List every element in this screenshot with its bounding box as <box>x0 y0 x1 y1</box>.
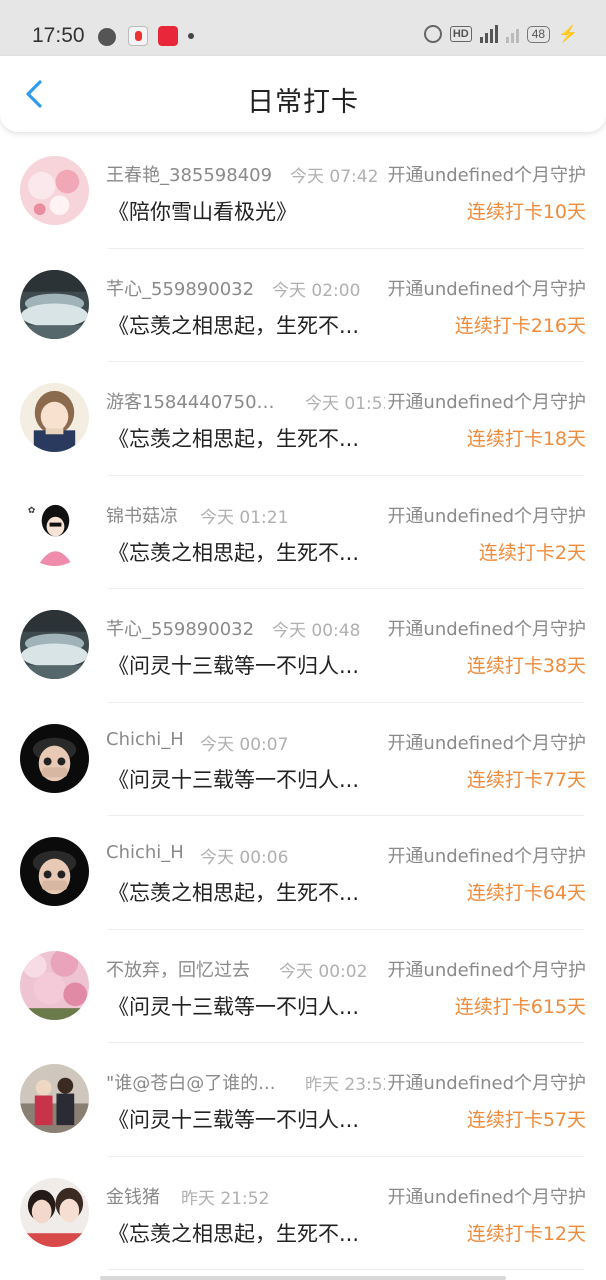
streak-badge: 连续打卡10天 <box>466 201 586 223</box>
status-time: 17:50 <box>32 24 85 47</box>
checkin-time: 今天 00:07 <box>200 734 289 755</box>
avatar[interactable] <box>20 156 89 225</box>
app-notification-icon <box>158 26 178 46</box>
charging-icon: ⚡ <box>558 26 578 43</box>
checkin-time: 昨天 23:52 <box>305 1075 394 1095</box>
checkin-row[interactable]: Chichi_H 今天 00:06 开通undefined个月守护 《忘羡之相思起，生… <box>0 816 606 930</box>
guard-status: 开通undefined个月守护 <box>385 1069 586 1095</box>
page-title: 日常打卡 <box>247 87 359 118</box>
checkin-row[interactable]: Chichi_H 今天 00:07 开通undefined个月守护 《问灵十三载等一不… <box>0 703 606 816</box>
user-name[interactable]: 游客15844407500... <box>106 388 284 414</box>
guard-status: 开通undefined个月守护 <box>385 274 586 301</box>
checkin-row[interactable]: 不放弃，回忆过去 今天 00:02 开通undefined个月守护 《问灵十三载等一不… <box>0 930 606 1043</box>
book-title[interactable]: 《忘羡之相思起，生死不... <box>108 537 378 567</box>
app-notification-icon <box>128 26 148 46</box>
checkin-time: 今天 01:21 <box>200 507 289 528</box>
avatar[interactable] <box>20 1064 89 1133</box>
checkin-row[interactable]: 金钱猪 昨天 21:52 开通undefined个月守护 《忘羡之相思起，生死不...… <box>0 1157 606 1270</box>
avatar[interactable]: ✿ <box>20 496 89 566</box>
streak-badge: 连续打卡77天 <box>466 768 586 791</box>
signal-icon <box>479 25 498 43</box>
checkin-time: 今天 07:42 <box>290 167 379 187</box>
avatar[interactable] <box>20 837 89 906</box>
book-title[interactable]: 《问灵十三载等一不归人... <box>108 1104 378 1134</box>
book-title[interactable]: 《忘羡之相思起，生死不... <box>108 877 378 907</box>
user-name[interactable]: 王春艳_385598409 <box>106 161 272 187</box>
user-name[interactable]: "谁@苍白@了谁的... <box>106 1069 275 1095</box>
book-title[interactable]: 《忘羡之相思起，生死不... <box>108 1218 378 1248</box>
streak-badge: 连续打卡38天 <box>466 655 586 677</box>
guard-status: 开通undefined个月守护 <box>385 955 586 982</box>
checkin-row[interactable]: 游客15844407500... 今天 01:53 开通undefined个月守护《… <box>0 362 606 476</box>
checkin-time: 昨天 21:52 <box>181 1188 270 1209</box>
user-name[interactable]: Chichi_H <box>106 729 184 750</box>
user-name[interactable]: 不放弃，回忆过去 <box>106 956 250 982</box>
avatar[interactable] <box>20 610 89 679</box>
user-name[interactable]: 锦书菇凉 <box>106 502 178 528</box>
app-notification-icon <box>98 28 116 46</box>
guard-status: 开通undefined个月守护 <box>385 728 586 755</box>
status-indicators: HD 48 ⚡ <box>423 24 578 44</box>
checkin-time: 今天 00:48 <box>272 621 361 641</box>
book-title[interactable]: 《忘羡之相思起，生死不... <box>108 423 378 453</box>
user-name[interactable]: 芊心_559890032 <box>106 275 254 301</box>
streak-badge: 连续打卡57天 <box>466 1109 586 1131</box>
status-bar: 17:50 HD 48 ⚡ <box>0 0 606 56</box>
checkin-time: 今天 01:53 <box>305 394 394 414</box>
streak-badge: 连续打卡216天 <box>454 314 586 337</box>
user-name[interactable]: 金钱猪 <box>106 1183 160 1209</box>
streak-badge: 连续打卡18天 <box>466 428 586 450</box>
battery-icon: 48 <box>526 25 551 43</box>
guard-status: 开通undefined个月守护 <box>385 615 586 641</box>
header: 日常打卡 <box>0 56 606 132</box>
svg-text:✿: ✿ <box>28 505 35 515</box>
guard-status: 开通undefined个月守护 <box>385 161 586 187</box>
divider <box>108 1269 584 1270</box>
streak-badge: 连续打卡615天 <box>454 995 586 1018</box>
checkin-row[interactable]: 芊心_559890032 今天 02:00 开通undefined个月守护 《忘羡之相… <box>0 249 606 362</box>
checkin-row[interactable]: 芊心_559890032 今天 00:48 开通undefined个月守护 《问灵十三… <box>0 589 606 703</box>
book-title[interactable]: 《陪你雪山看极光》 <box>108 196 378 226</box>
book-title[interactable]: 《问灵十三载等一不归人... <box>108 991 378 1021</box>
guard-status: 开通undefined个月守护 <box>385 501 586 528</box>
alarm-icon <box>423 25 442 43</box>
guard-status: 开通undefined个月守护 <box>385 842 586 868</box>
home-indicator <box>100 1276 506 1280</box>
checkin-row[interactable]: ✿ 锦书菇凉 今天 01:21 开通undefined个月守护 《忘羡之相思起，生死不.… <box>0 476 606 589</box>
checkin-row[interactable]: "谁@苍白@了谁的... 昨天 23:52 开通undefined个月守护 《问灵十三… <box>0 1043 606 1157</box>
avatar[interactable] <box>20 1177 89 1247</box>
checkin-row[interactable]: 王春艳_385598409 今天 07:42 开通undefined个月守护 《陪你雪… <box>0 135 606 249</box>
avatar[interactable] <box>20 723 89 793</box>
streak-badge: 连续打卡64天 <box>466 882 586 904</box>
avatar[interactable] <box>20 269 89 339</box>
checkin-list: 王春艳_385598409 今天 07:42 开通undefined个月守护 《陪你雪… <box>0 135 606 1270</box>
avatar[interactable] <box>20 383 89 452</box>
more-notifications-dot-icon <box>188 33 194 39</box>
checkin-time: 今天 00:06 <box>200 848 289 868</box>
checkin-time: 今天 00:02 <box>279 961 368 982</box>
signal-weak-icon <box>505 25 519 43</box>
book-title[interactable]: 《问灵十三载等一不归人... <box>108 764 378 794</box>
streak-badge: 连续打卡2天 <box>478 541 586 564</box>
streak-badge: 连续打卡12天 <box>466 1222 586 1245</box>
user-name[interactable]: 芊心_559890032 <box>106 615 254 641</box>
checkin-time: 今天 02:00 <box>272 280 361 301</box>
user-name[interactable]: Chichi_H <box>106 842 184 863</box>
hd-icon: HD <box>449 26 472 42</box>
book-title[interactable]: 《忘羡之相思起，生死不... <box>108 310 378 340</box>
guard-status: 开通undefined个月守护 <box>385 388 586 414</box>
guard-status: 开通undefined个月守护 <box>385 1182 586 1209</box>
book-title[interactable]: 《问灵十三载等一不归人... <box>108 650 378 680</box>
avatar[interactable] <box>20 950 89 1020</box>
